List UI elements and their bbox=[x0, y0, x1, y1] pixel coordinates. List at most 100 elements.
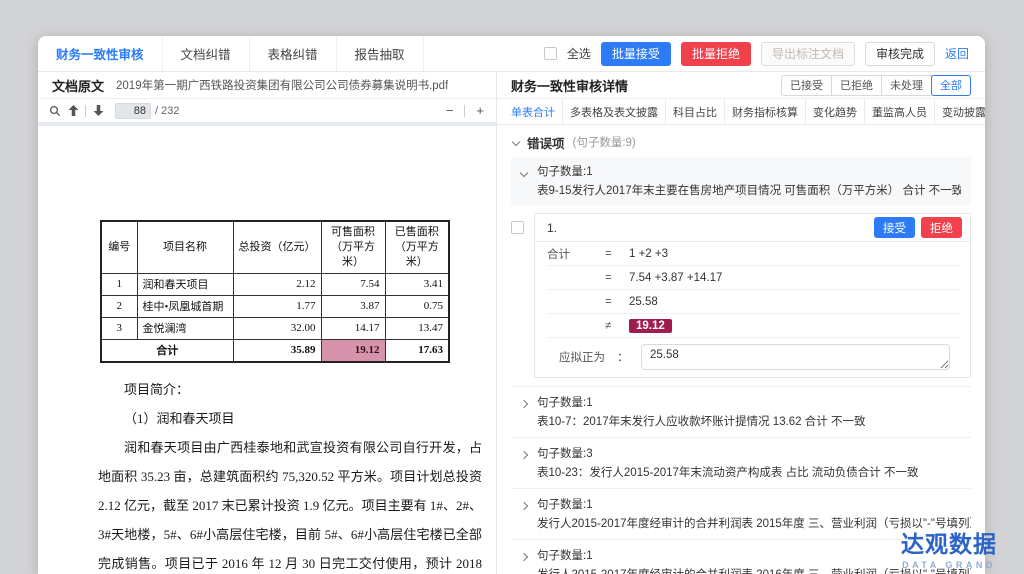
filter-rejected[interactable]: 已拒绝 bbox=[831, 75, 882, 96]
error-detail-card: 1. 接受 拒绝 合计 = 1 +2 +3 = bbox=[534, 213, 971, 378]
table-cell: 7.54 bbox=[321, 273, 385, 295]
chevron-right-icon bbox=[520, 451, 528, 459]
page-up-icon[interactable] bbox=[64, 103, 82, 119]
batch-reject-button[interactable]: 批量拒绝 bbox=[681, 42, 751, 66]
table-row: 3 金悦澜湾 32.00 14.17 13.47 bbox=[101, 317, 449, 339]
table-header-cell: 可售面积（万平方米） bbox=[321, 221, 385, 273]
error-detail-card-row: 1. 接受 拒绝 合计 = 1 +2 +3 = bbox=[511, 213, 971, 378]
table-cell: 合计 bbox=[101, 339, 233, 362]
table-header-cell: 编号 bbox=[101, 221, 137, 273]
formula-row: = 25.58 bbox=[547, 290, 960, 314]
select-all-checkbox[interactable] bbox=[544, 47, 557, 60]
formula-row: 合计 = 1 +2 +3 bbox=[547, 242, 960, 266]
audit-detail-panel: 财务一致性审核详情 已接受 已拒绝 未处理 全部 单表合计 多表格及表文披露 科… bbox=[497, 72, 985, 574]
table-header-cell: 已售面积（万平方米） bbox=[385, 221, 449, 273]
table-cell: 金悦澜湾 bbox=[137, 317, 233, 339]
chevron-down-icon bbox=[520, 169, 528, 177]
dtab-financial-indicator[interactable]: 财务指标核算 bbox=[725, 99, 806, 124]
dtab-subject-ratio[interactable]: 科目占比 bbox=[666, 99, 725, 124]
document-panel: 文档原文 2019年第一期广西铁路投资集团有限公司公司债券募集说明书.pdf /… bbox=[38, 72, 497, 574]
accept-button[interactable]: 接受 bbox=[874, 217, 915, 238]
datagrand-logo: 达观数据 DATA GRAND bbox=[901, 533, 997, 570]
dtab-change-disclosure[interactable]: 变动披露 bbox=[935, 99, 985, 124]
error-item[interactable]: 句子数量:3 表10-23：发行人2015-2017年末流动资产构成表 占比 流… bbox=[511, 438, 971, 489]
error-item-expanded[interactable]: 句子数量:1 表9-15发行人2017年末主要在售房地产项目情况 可售面积（万平… bbox=[511, 157, 971, 205]
card-header: 1. 接受 拒绝 bbox=[535, 214, 970, 242]
filter-unprocessed[interactable]: 未处理 bbox=[881, 75, 932, 96]
detail-title: 财务一致性审核详情 bbox=[511, 76, 628, 95]
error-section-count: (句子数量:9) bbox=[573, 134, 636, 150]
audit-done-button[interactable]: 审核完成 bbox=[865, 42, 935, 66]
chevron-down-icon bbox=[512, 138, 520, 146]
table-header-cell: 项目名称 bbox=[137, 221, 233, 273]
card-index: 1. bbox=[547, 221, 557, 235]
zoom-divider bbox=[464, 105, 465, 117]
table-cell: 1.77 bbox=[233, 295, 321, 317]
logo-text-en: DATA GRAND bbox=[901, 561, 997, 570]
dtab-single-table-total[interactable]: 单表合计 bbox=[497, 99, 563, 124]
detail-header: 财务一致性审核详情 已接受 已拒绝 未处理 全部 bbox=[497, 72, 985, 99]
tab-document-correction[interactable]: 文档纠错 bbox=[163, 36, 250, 71]
error-item[interactable]: 句子数量:1 表10-7：2017年末发行人应收款坏账计提情况 13.62 合计… bbox=[511, 387, 971, 438]
table-cell: 润和春天项目 bbox=[137, 273, 233, 295]
dtab-multi-table-disclosure[interactable]: 多表格及表文披露 bbox=[563, 99, 666, 124]
table-cell: 2 bbox=[101, 295, 137, 317]
search-icon[interactable] bbox=[46, 103, 64, 119]
tab-table-correction[interactable]: 表格纠错 bbox=[250, 36, 337, 71]
chevron-right-icon bbox=[520, 400, 528, 408]
export-annotated-button[interactable]: 导出标注文档 bbox=[761, 42, 855, 66]
table-row: 1 润和春天项目 2.12 7.54 3.41 bbox=[101, 273, 449, 295]
toolbar-divider bbox=[85, 105, 86, 117]
pdf-toolbar: / 232 − + bbox=[38, 99, 496, 122]
page-total: / 232 bbox=[155, 105, 179, 117]
highlighted-total-cell: 19.12 bbox=[321, 339, 385, 362]
table-total-row: 合计 35.89 19.12 17.63 bbox=[101, 339, 449, 362]
table-cell: 17.63 bbox=[385, 339, 449, 362]
table-cell: 3.87 bbox=[321, 295, 385, 317]
pdf-project-table: 编号 项目名称 总投资（亿元） 可售面积（万平方米） 已售面积（万平方米） 1 … bbox=[100, 220, 450, 363]
paragraph-item1-body: 润和春天项目由广西桂泰地和武宣投资有限公司自行开发，占地面积 35.23 亩，总… bbox=[98, 433, 482, 574]
document-filename: 2019年第一期广西铁路投资集团有限公司公司债券募集说明书.pdf bbox=[116, 77, 448, 93]
chevron-right-icon bbox=[520, 502, 528, 510]
table-cell: 13.47 bbox=[385, 317, 449, 339]
correction-input[interactable]: 25.58 bbox=[641, 344, 950, 370]
dtab-change-trend[interactable]: 变化趋势 bbox=[806, 99, 865, 124]
error-item-checkbox[interactable] bbox=[511, 221, 524, 234]
table-header-row: 编号 项目名称 总投资（亿元） 可售面积（万平方米） 已售面积（万平方米） bbox=[101, 221, 449, 273]
zoom-out-button[interactable]: − bbox=[444, 103, 456, 118]
main-tabs: 财务一致性审核 文档纠错 表格纠错 报告抽取 bbox=[38, 36, 424, 71]
pdf-text-block: 项目简介： （1）润和春天项目 润和春天项目由广西桂泰地和武宣投资有限公司自行开… bbox=[98, 375, 484, 574]
error-section-header[interactable]: 错误项 (句子数量:9) bbox=[513, 133, 971, 151]
chevron-right-icon bbox=[520, 553, 528, 561]
dtab-executives[interactable]: 董监高人员 bbox=[865, 99, 935, 124]
formula-row: = 7.54 +3.87 +14.17 bbox=[547, 266, 960, 290]
table-cell: 0.75 bbox=[385, 295, 449, 317]
page-number-input[interactable] bbox=[115, 103, 151, 119]
document-header: 文档原文 2019年第一期广西铁路投资集团有限公司公司债券募集说明书.pdf bbox=[38, 72, 496, 99]
page-down-icon[interactable] bbox=[89, 103, 107, 119]
select-all-label: 全选 bbox=[567, 45, 591, 62]
top-actions: 全选 批量接受 批量拒绝 导出标注文档 审核完成 返回 bbox=[544, 36, 985, 71]
table-cell: 2.12 bbox=[233, 273, 321, 295]
reject-button[interactable]: 拒绝 bbox=[921, 217, 962, 238]
document-header-label: 文档原文 bbox=[52, 76, 104, 95]
error-list-scroll[interactable]: 错误项 (句子数量:9) 句子数量:1 表9-15发行人2017年末主要在售房地… bbox=[497, 125, 985, 574]
correction-row: 应拟正为 ： 25.58 bbox=[547, 338, 960, 377]
tab-report-extraction[interactable]: 报告抽取 bbox=[337, 36, 424, 71]
pdf-viewport[interactable]: 编号 项目名称 总投资（亿元） 可售面积（万平方米） 已售面积（万平方米） 1 … bbox=[38, 122, 496, 574]
batch-accept-button[interactable]: 批量接受 bbox=[601, 42, 671, 66]
app-window: 财务一致性审核 文档纠错 表格纠错 报告抽取 全选 批量接受 批量拒绝 导出标注… bbox=[38, 36, 985, 574]
table-cell: 3 bbox=[101, 317, 137, 339]
filter-accepted[interactable]: 已接受 bbox=[781, 75, 832, 96]
filter-all[interactable]: 全部 bbox=[931, 75, 971, 96]
error-item-count: 句子数量:1 bbox=[537, 163, 961, 179]
table-row: 2 桂中•凤凰城首期 1.77 3.87 0.75 bbox=[101, 295, 449, 317]
tab-financial-consistency[interactable]: 财务一致性审核 bbox=[38, 36, 163, 71]
formula-row-mismatch: ≠ 19.12 bbox=[547, 314, 960, 338]
logo-text-cn: 达观数据 bbox=[901, 533, 997, 556]
table-header-cell: 总投资（亿元） bbox=[233, 221, 321, 273]
back-link[interactable]: 返回 bbox=[945, 45, 969, 62]
error-section-label: 错误项 bbox=[527, 133, 565, 152]
zoom-in-button[interactable]: + bbox=[474, 103, 486, 118]
top-tab-bar: 财务一致性审核 文档纠错 表格纠错 报告抽取 全选 批量接受 批量拒绝 导出标注… bbox=[38, 36, 985, 72]
